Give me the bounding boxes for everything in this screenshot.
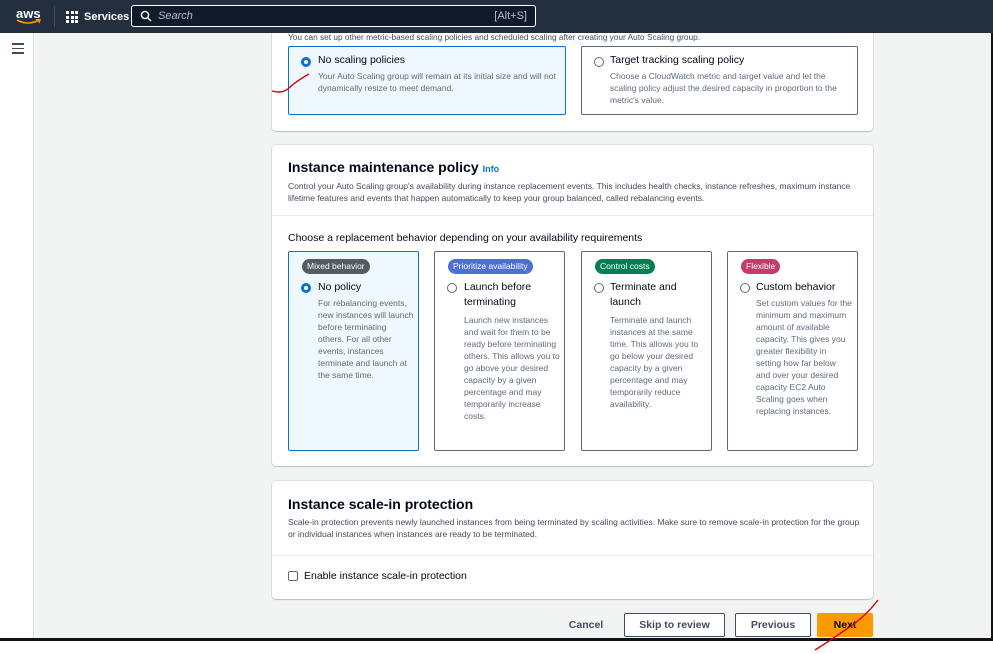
bottom-strip <box>0 641 993 654</box>
option-label: Custom behavior <box>756 281 836 293</box>
option-description: Your Auto Scaling group will remain at i… <box>318 71 556 93</box>
divider <box>272 555 873 556</box>
radio-launch-before-terminating[interactable] <box>447 283 457 293</box>
option-label: No policy <box>318 281 362 293</box>
search-input[interactable]: Search [Alt+S] <box>131 5 536 27</box>
radio-terminate-and-launch[interactable] <box>594 283 604 293</box>
option-description: Terminate and launch instances at the sa… <box>610 315 699 409</box>
radio-custom-behavior[interactable] <box>740 283 750 293</box>
radio-no-policy[interactable] <box>301 283 311 293</box>
topbar-divider <box>54 6 55 27</box>
option-no-scaling-policies[interactable]: No scaling policies Your Auto Scaling gr… <box>288 46 566 115</box>
option-label: No scaling policies <box>318 54 405 66</box>
option-launch-before-terminating[interactable]: Prioritize availability Launch before te… <box>434 251 565 451</box>
info-link[interactable]: Info <box>483 164 500 174</box>
divider <box>272 215 873 216</box>
scaling-intro-text: You can set up other metric-based scalin… <box>288 33 701 42</box>
search-placeholder: Search <box>158 10 193 22</box>
scale-in-checkbox[interactable] <box>288 571 298 581</box>
badge-mixed-behavior: Mixed behavior <box>302 259 370 274</box>
option-label: Terminate and launch <box>610 281 677 308</box>
scale-in-description: Scale-in protection prevents newly launc… <box>288 517 860 539</box>
next-button[interactable]: Next <box>817 613 873 637</box>
services-menu-button[interactable]: Services <box>66 9 129 25</box>
option-description: For rebalancing events, new instances wi… <box>318 298 414 380</box>
aws-logo[interactable]: aws <box>14 5 44 27</box>
skip-to-review-button[interactable]: Skip to review <box>624 613 725 637</box>
main-content: You can set up other metric-based scalin… <box>35 33 991 638</box>
option-custom-behavior[interactable]: Flexible Custom behavior Set custom valu… <box>727 251 858 451</box>
replacement-behavior-label: Choose a replacement behavior depending … <box>288 232 643 244</box>
search-shortcut: [Alt+S] <box>494 10 527 22</box>
option-no-policy[interactable]: Mixed behavior No policy For rebalancing… <box>288 251 419 451</box>
option-target-tracking[interactable]: Target tracking scaling policy Choose a … <box>581 46 858 115</box>
option-terminate-and-launch[interactable]: Control costs Terminate and launch Termi… <box>581 251 712 451</box>
cancel-button[interactable]: Cancel <box>559 613 613 637</box>
previous-button[interactable]: Previous <box>735 613 811 637</box>
option-label: Launch before terminating <box>464 281 532 308</box>
option-label: Target tracking scaling policy <box>610 54 745 66</box>
badge-flexible: Flexible <box>741 259 781 274</box>
radio-target-tracking[interactable] <box>594 57 604 67</box>
scale-in-title: Instance scale-in protection <box>288 496 474 512</box>
scaling-policies-panel: You can set up other metric-based scalin… <box>272 33 873 131</box>
grid-icon <box>66 11 78 23</box>
side-navigation-rail <box>0 33 34 638</box>
search-icon <box>140 10 152 22</box>
scale-in-protection-panel: Instance scale-in protection Scale-in pr… <box>272 481 873 599</box>
radio-no-scaling-policies[interactable] <box>301 57 311 67</box>
option-description: Launch new instances and wait for them t… <box>464 315 560 421</box>
aws-smile-icon <box>16 19 41 24</box>
scale-in-checkbox-label: Enable instance scale-in protection <box>304 570 467 582</box>
top-navigation-bar: aws Services Search [Alt+S] <box>0 0 993 33</box>
services-label: Services <box>84 11 130 23</box>
option-description: Choose a CloudWatch metric and target va… <box>610 71 837 105</box>
maintenance-title: Instance maintenance policy Info <box>288 159 499 175</box>
instance-maintenance-panel: Instance maintenance policy Info Control … <box>272 145 873 466</box>
maintenance-title-text: Instance maintenance policy <box>288 159 479 175</box>
maintenance-description: Control your Auto Scaling group's availa… <box>288 181 851 203</box>
menu-icon[interactable] <box>12 43 24 57</box>
badge-prioritize-availability: Prioritize availability <box>448 259 533 274</box>
option-description: Set custom values for the minimum and ma… <box>756 298 852 416</box>
badge-control-costs: Control costs <box>595 259 655 274</box>
scale-in-checkbox-row[interactable]: Enable instance scale-in protection <box>288 570 467 582</box>
